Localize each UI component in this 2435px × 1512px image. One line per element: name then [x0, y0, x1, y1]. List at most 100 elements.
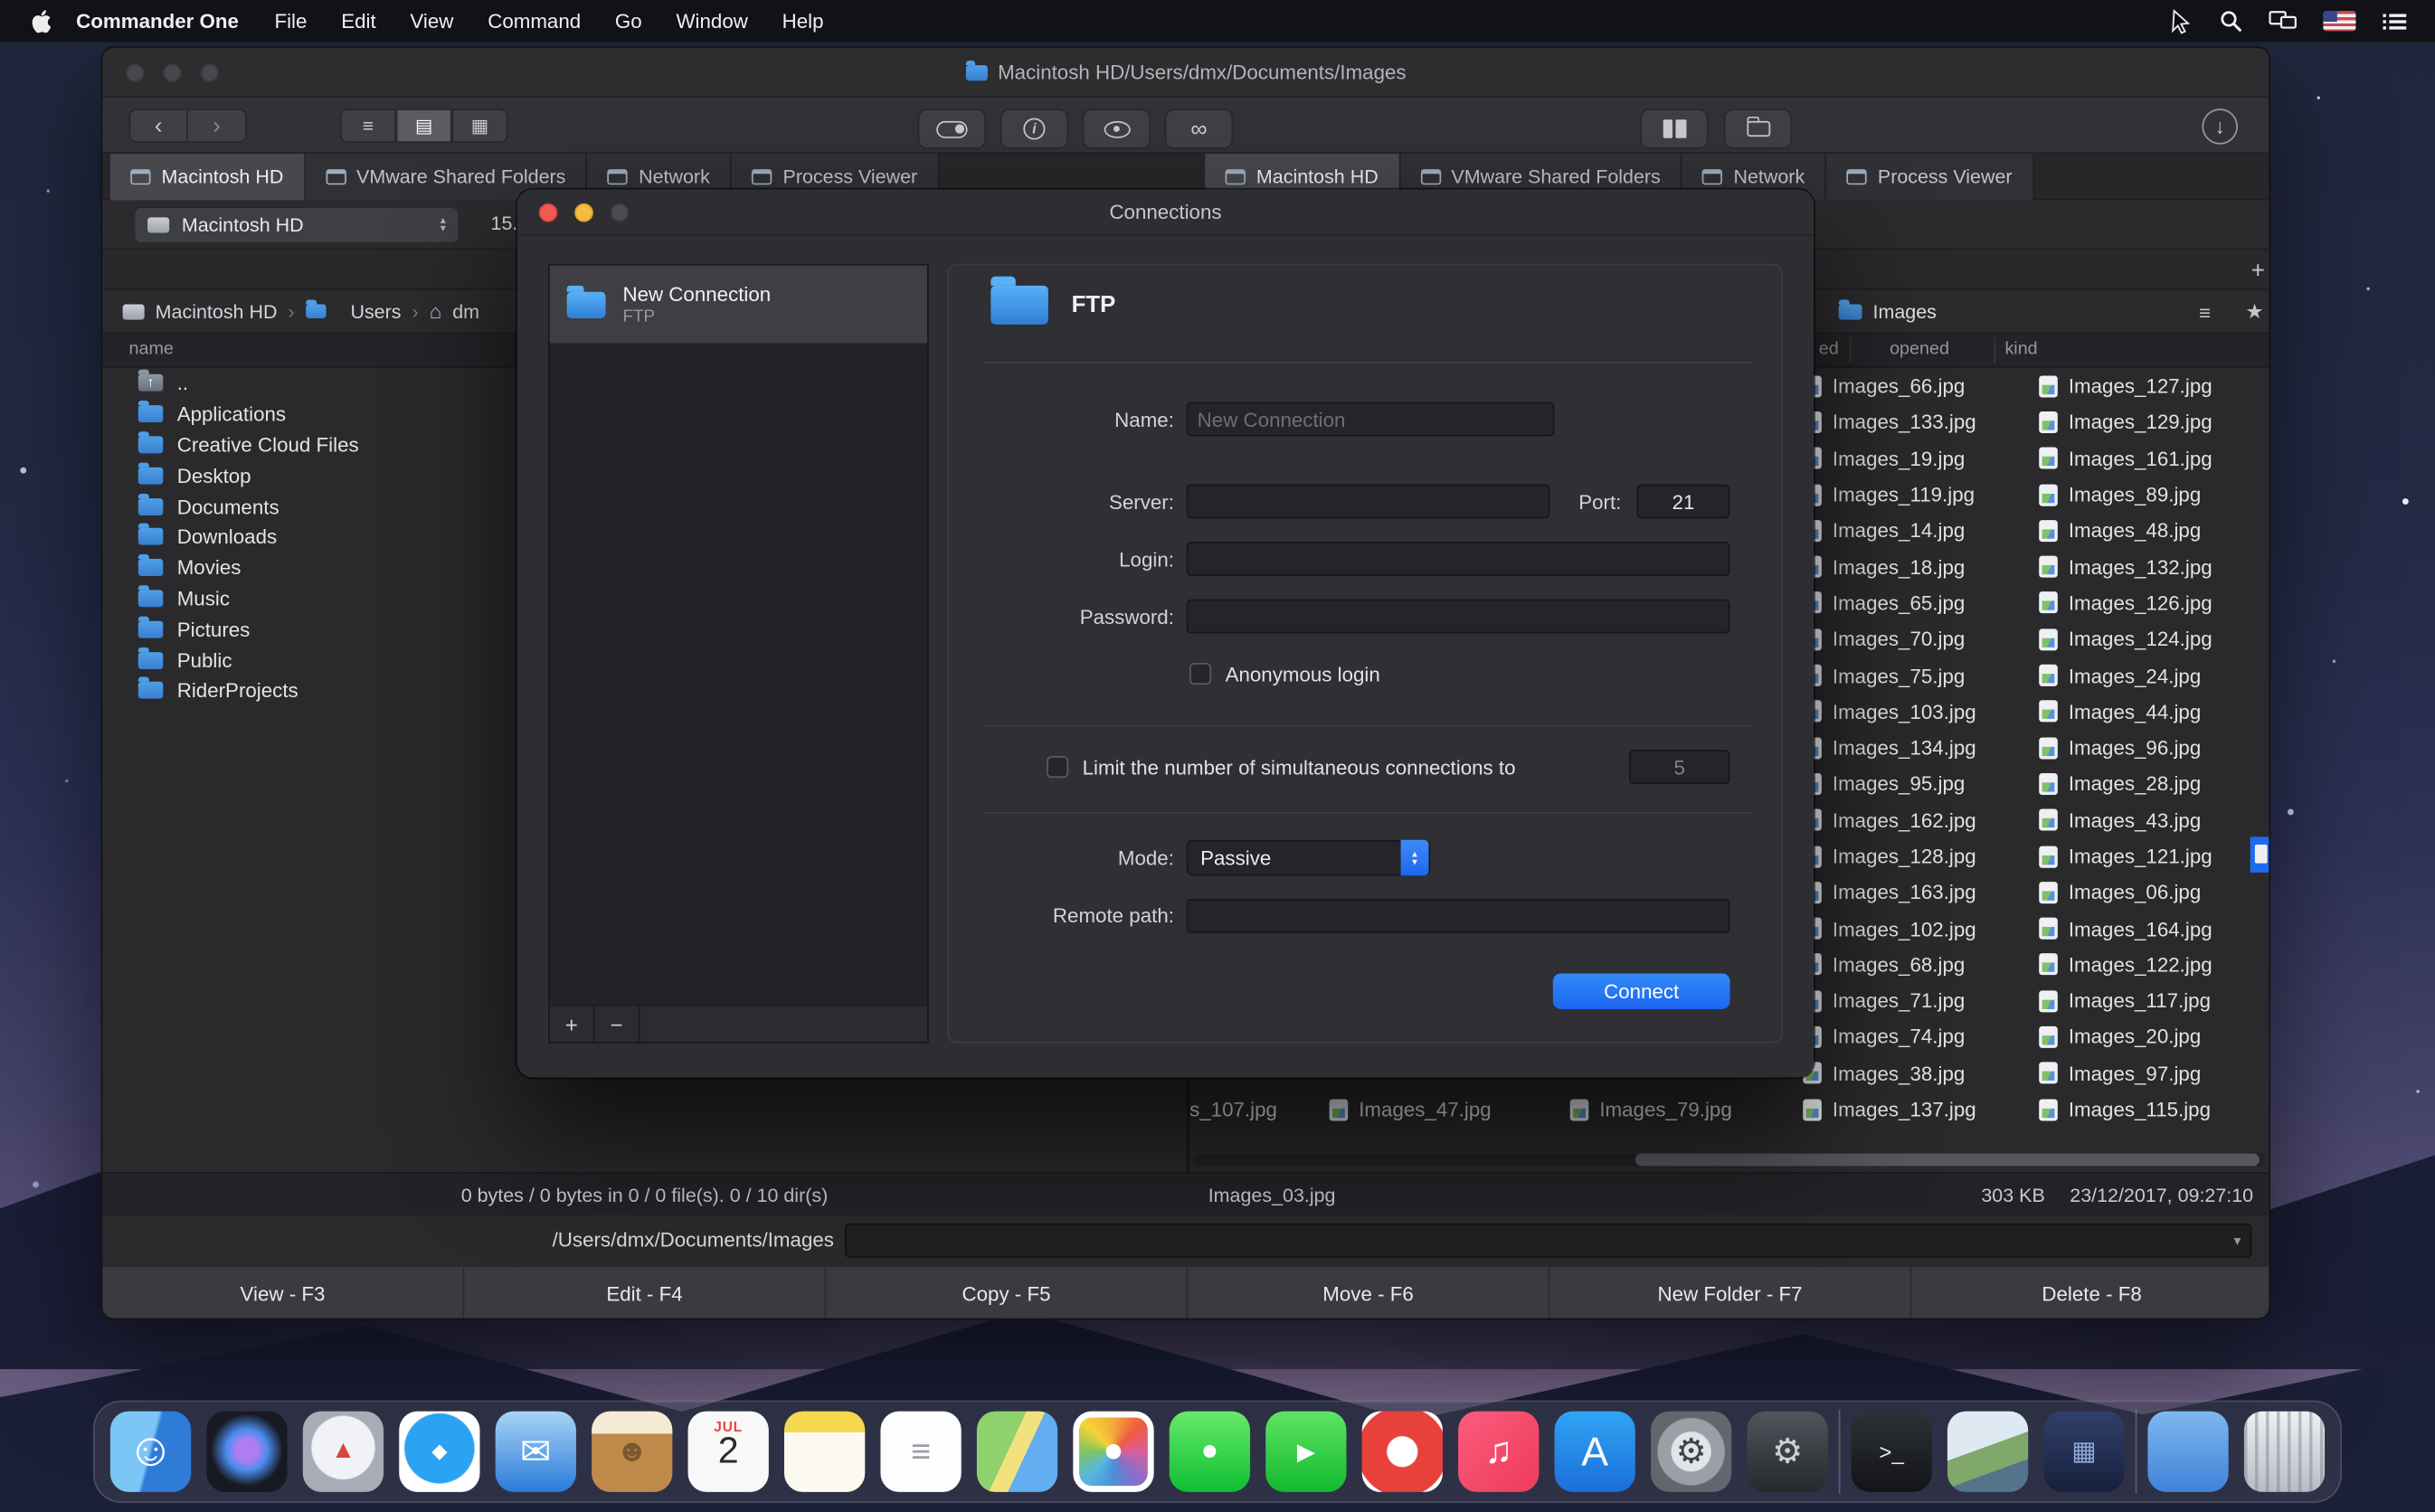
- column-header-opened[interactable]: opened: [1857, 340, 1981, 359]
- siri[interactable]: [206, 1412, 287, 1492]
- limit-count-field[interactable]: [1629, 750, 1730, 784]
- list-item[interactable]: Images_132.jpg: [2039, 549, 2270, 585]
- list-item[interactable]: Images_161.jpg: [2039, 440, 2270, 477]
- list-item[interactable]: Images_96.jpg: [2039, 730, 2270, 766]
- photos[interactable]: [1073, 1412, 1153, 1492]
- pane-tab[interactable]: Process Viewer: [1826, 154, 2033, 201]
- list-item[interactable]: Images_115.jpg: [2039, 1091, 2270, 1128]
- list-item[interactable]: Images_117.jpg: [2039, 983, 2270, 1019]
- breadcrumb-item[interactable]: Users: [350, 300, 401, 322]
- launchpad[interactable]: ▲: [303, 1412, 384, 1492]
- anonymous-login-checkbox[interactable]: [1189, 663, 1211, 685]
- list-item[interactable]: Images_71.jpg: [1803, 983, 2036, 1019]
- list-item[interactable]: Images_19.jpg: [1803, 440, 2036, 477]
- list-item[interactable]: Images_137.jpg: [1803, 1091, 2036, 1128]
- back-button[interactable]: ‹: [128, 109, 187, 143]
- function-key-button[interactable]: New Folder - F7: [1549, 1267, 1911, 1319]
- list-item[interactable]: Images_44.jpg: [2039, 694, 2270, 730]
- column-header-name[interactable]: name: [128, 340, 173, 359]
- list-item[interactable]: Images_24.jpg: [2039, 657, 2270, 694]
- apple-menu-icon[interactable]: [31, 8, 51, 33]
- app-menu-title[interactable]: Commander One: [76, 9, 239, 33]
- list-item[interactable]: Images_79.jpg: [1570, 1091, 1732, 1128]
- menu-item[interactable]: Command: [470, 9, 598, 33]
- limit-connections-checkbox[interactable]: [1047, 756, 1068, 778]
- view-options-icon[interactable]: ≡: [2199, 290, 2211, 334]
- system-preferences[interactable]: ⚙: [1651, 1412, 1731, 1492]
- calendar[interactable]: JUL 2: [688, 1412, 769, 1492]
- list-item[interactable]: Images_134.jpg: [1803, 730, 2036, 766]
- list-item[interactable]: Images_70.jpg: [1803, 621, 2036, 657]
- list-item[interactable]: Images_38.jpg: [1803, 1055, 2036, 1091]
- notes[interactable]: [784, 1412, 865, 1492]
- column-header-kind[interactable]: kind: [2004, 340, 2037, 359]
- favorites-star-icon[interactable]: ★: [2246, 290, 2264, 334]
- close-button[interactable]: [539, 203, 558, 222]
- list-item[interactable]: s_107.jpg: [1189, 1091, 1277, 1128]
- minimize-button[interactable]: [163, 63, 182, 82]
- list-item[interactable]: Images_97.jpg: [2039, 1055, 2270, 1091]
- app-dark-blue[interactable]: ▦: [2043, 1412, 2124, 1492]
- breadcrumb-item[interactable]: Macintosh HD: [156, 300, 278, 322]
- list-item[interactable]: Images_65.jpg: [1803, 585, 2036, 621]
- messages[interactable]: ●: [1170, 1412, 1250, 1492]
- list-item[interactable]: Images_18.jpg: [1803, 549, 2036, 585]
- function-key-button[interactable]: Copy - F5: [826, 1267, 1188, 1319]
- list-item[interactable]: Images_162.jpg: [1803, 802, 2036, 838]
- pane-tab[interactable]: Macintosh HD: [110, 154, 305, 201]
- remove-connection-button[interactable]: −: [595, 1006, 640, 1042]
- displays-icon[interactable]: [2269, 11, 2297, 31]
- mail[interactable]: ✉: [496, 1412, 576, 1492]
- new-folder-button[interactable]: [1724, 109, 1793, 149]
- menu-item[interactable]: View: [393, 9, 471, 33]
- name-field[interactable]: [1187, 402, 1555, 437]
- pointer-icon[interactable]: [2169, 8, 2193, 33]
- list-item[interactable]: Images_133.jpg: [1803, 404, 2036, 440]
- scrollbar-thumb[interactable]: [1635, 1154, 2260, 1167]
- downloads-folder[interactable]: [2147, 1412, 2228, 1492]
- menu-item[interactable]: Help: [765, 9, 841, 33]
- list-item[interactable]: Images_122.jpg: [2039, 947, 2270, 983]
- menu-item[interactable]: Go: [598, 9, 659, 33]
- list-item[interactable]: Images_48.jpg: [2039, 513, 2270, 549]
- list-item[interactable]: Images_74.jpg: [1803, 1019, 2036, 1055]
- selected-item-fragment[interactable]: [2250, 836, 2270, 872]
- keyboard-layout-flag-icon[interactable]: [2323, 11, 2355, 31]
- list-item[interactable]: Images_66.jpg: [1803, 368, 2036, 404]
- list-item[interactable]: Images_128.jpg: [1803, 838, 2036, 874]
- toggle-hidden-files-button[interactable]: [918, 109, 987, 149]
- add-connection-button[interactable]: +: [550, 1006, 595, 1042]
- connection-list-item[interactable]: New Connection FTP: [550, 266, 927, 344]
- add-favorite-button[interactable]: +: [2242, 255, 2270, 286]
- list-item[interactable]: Images_126.jpg: [2039, 585, 2270, 621]
- app-store[interactable]: A: [1555, 1412, 1635, 1492]
- list-item[interactable]: Images_103.jpg: [1803, 694, 2036, 730]
- finder[interactable]: ☺: [110, 1412, 191, 1492]
- brief-view-button[interactable]: ≡: [340, 109, 396, 143]
- list-item[interactable]: Images_89.jpg: [2039, 477, 2270, 513]
- notification-list-icon[interactable]: [2383, 12, 2407, 31]
- quick-look-button[interactable]: [1083, 109, 1151, 149]
- list-item[interactable]: Images_127.jpg: [2039, 368, 2270, 404]
- breadcrumb-item[interactable]: dm: [452, 300, 479, 322]
- volume-dropdown[interactable]: Macintosh HD ▴▾: [134, 206, 460, 243]
- list-item[interactable]: Images_28.jpg: [2039, 766, 2270, 802]
- list-item[interactable]: Images_129.jpg: [2039, 404, 2270, 440]
- password-field[interactable]: [1187, 600, 1730, 634]
- list-item[interactable]: Images_124.jpg: [2039, 621, 2270, 657]
- list-item[interactable]: Images_68.jpg: [1803, 947, 2036, 983]
- remote-path-field[interactable]: [1187, 899, 1730, 933]
- reminders[interactable]: ≡: [880, 1412, 961, 1492]
- list-item[interactable]: Images_20.jpg: [2039, 1019, 2270, 1055]
- menu-item[interactable]: Window: [659, 9, 765, 33]
- downloads-button[interactable]: ↓: [2202, 109, 2237, 144]
- detail-view-button[interactable]: ▤: [396, 109, 452, 143]
- list-item[interactable]: Images_06.jpg: [2039, 874, 2270, 911]
- contacts[interactable]: ☻: [592, 1412, 672, 1492]
- maps[interactable]: [977, 1412, 1057, 1492]
- trash[interactable]: [2244, 1412, 2325, 1492]
- list-item[interactable]: Images_119.jpg: [1803, 477, 2036, 513]
- function-key-button[interactable]: View - F3: [102, 1267, 464, 1319]
- music[interactable]: ♫: [1458, 1412, 1539, 1492]
- breadcrumb-item[interactable]: Images: [1873, 301, 1937, 323]
